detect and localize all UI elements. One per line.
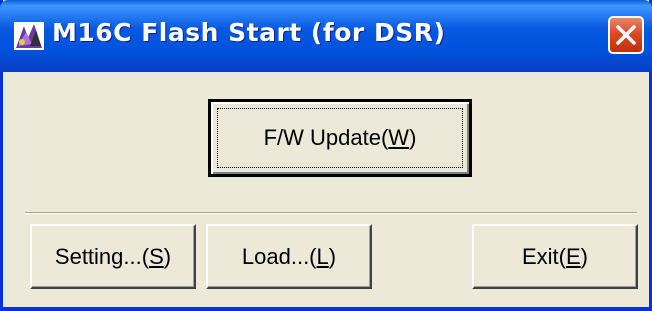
exit-close: ) xyxy=(580,243,588,269)
close-icon xyxy=(616,25,636,45)
setting-close: ) xyxy=(163,243,172,269)
exit-label: Exit(E) xyxy=(522,244,588,270)
setting-text: Setting...( xyxy=(54,243,150,269)
dialog-window: M16C Flash Start (for DSR) F/W Update(W)… xyxy=(0,0,652,311)
load-close: ) xyxy=(328,243,337,269)
setting-mnemonic: S xyxy=(149,243,164,269)
setting-button[interactable]: Setting...(S) xyxy=(30,224,196,289)
load-text: Load...( xyxy=(241,243,317,269)
exit-button[interactable]: Exit(E) xyxy=(472,224,638,289)
setting-label: Setting...(S) xyxy=(55,244,171,270)
separator xyxy=(25,212,637,214)
exit-text: Exit( xyxy=(521,243,566,269)
load-button[interactable]: Load...(L) xyxy=(206,224,372,289)
fw-update-button[interactable]: F/W Update(W) xyxy=(208,99,472,177)
load-mnemonic: L xyxy=(316,243,329,269)
title-bar[interactable]: M16C Flash Start (for DSR) xyxy=(0,0,652,72)
fw-update-close: ) xyxy=(409,125,417,150)
close-button[interactable] xyxy=(608,16,644,54)
app-icon xyxy=(14,22,44,50)
load-label: Load...(L) xyxy=(242,244,336,270)
fw-update-mnemonic: W xyxy=(388,125,410,150)
fw-update-label: F/W Update(W) xyxy=(264,125,417,151)
window-title: M16C Flash Start (for DSR) xyxy=(52,18,446,47)
fw-update-text: F/W Update( xyxy=(263,125,389,150)
exit-mnemonic: E xyxy=(565,243,581,269)
